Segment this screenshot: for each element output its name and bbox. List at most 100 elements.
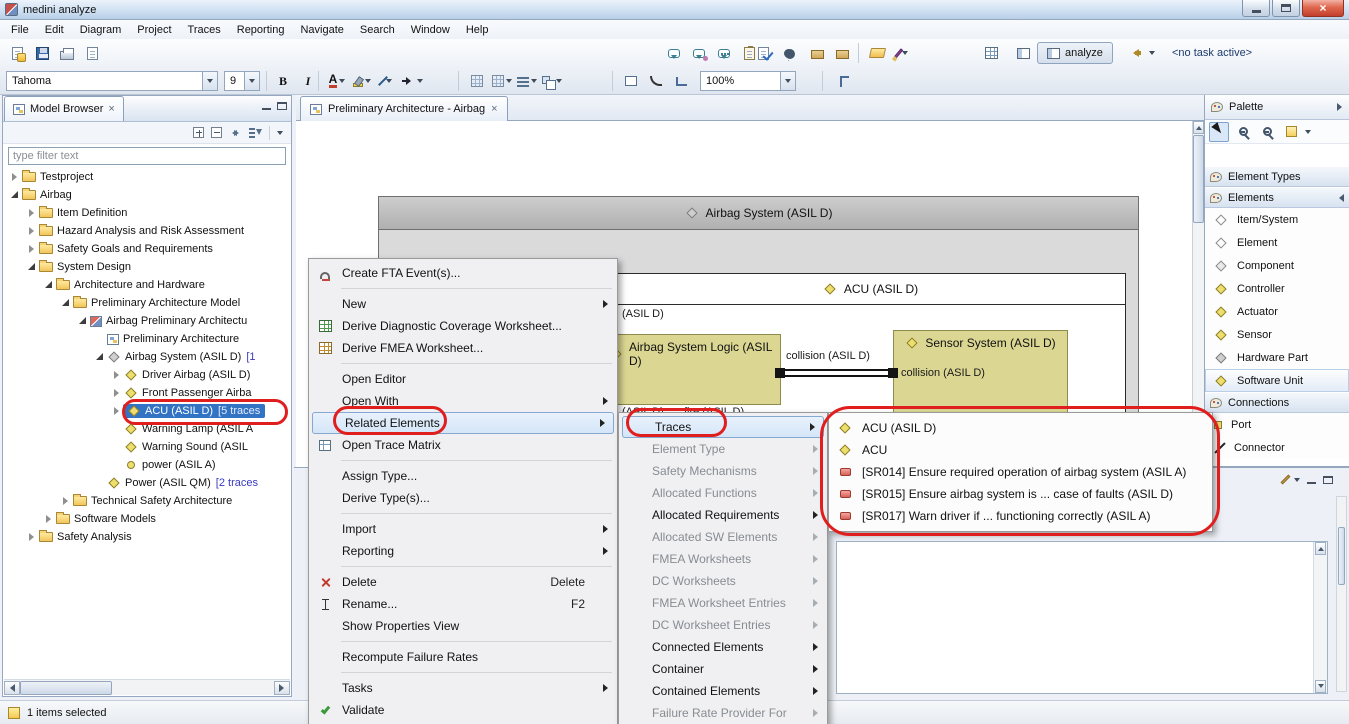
print-button[interactable] [56, 42, 78, 64]
minimize-button[interactable] [1242, 0, 1270, 17]
logic-output-port[interactable] [775, 368, 785, 378]
dropdown-caret-icon[interactable] [902, 51, 908, 55]
open-folder-button[interactable] [866, 42, 888, 64]
format-paint-button[interactable] [891, 42, 913, 64]
sensor-input-port[interactable] [888, 368, 898, 378]
close-button[interactable]: × [1302, 0, 1344, 17]
bold-button[interactable]: B [272, 70, 294, 92]
scroll-up-arrow[interactable] [1315, 542, 1326, 555]
palette-item-port[interactable]: Port [1205, 413, 1349, 436]
save-button[interactable] [31, 42, 53, 64]
tree-item-architecture-hardware[interactable]: Architecture and Hardware [4, 276, 290, 294]
package-export-button[interactable] [831, 42, 853, 64]
tree-item-airbag-system[interactable]: Airbag System (ASIL D)[1 [4, 348, 290, 366]
tree-item-safety-analysis[interactable]: Safety Analysis [4, 528, 290, 546]
menu-item-open-trace-matrix[interactable]: Open Trace Matrix [309, 434, 617, 456]
acu-header[interactable]: ACU (ASIL D) [616, 274, 1125, 305]
collapse-icon[interactable] [42, 279, 54, 291]
sort-icon[interactable] [249, 127, 262, 138]
menu-item-reporting[interactable]: Reporting [309, 540, 617, 562]
expand-icon[interactable] [110, 405, 122, 417]
collapse-all-icon[interactable] [211, 127, 222, 138]
snap-dropdown[interactable] [506, 79, 512, 83]
scroll-left-arrow[interactable] [4, 681, 20, 695]
font-family-combo[interactable]: Tahoma [6, 71, 218, 91]
worksheet-button[interactable] [980, 42, 1002, 64]
palette-item-connector[interactable]: Connector [1205, 436, 1349, 459]
palette-item-element[interactable]: Element [1205, 231, 1349, 254]
package-button[interactable] [806, 42, 828, 64]
tree-item-safety-goals[interactable]: Safety Goals and Requirements [4, 240, 290, 258]
trace-item-acu-asil-d[interactable]: ACU (ASIL D) [829, 417, 1212, 439]
trace-item-sr017[interactable]: [SR017] Warn driver if ... functioning c… [829, 505, 1212, 527]
view-minimize-icon[interactable] [262, 108, 271, 110]
palette-header[interactable]: Palette [1205, 95, 1349, 120]
expand-icon[interactable] [25, 225, 37, 237]
tree-item-item-definition[interactable]: Item Definition [4, 204, 290, 222]
export-button[interactable] [81, 42, 103, 64]
maximize-button[interactable] [1272, 0, 1300, 17]
tree-item-driver-airbag[interactable]: Driver Airbag (ASIL D) [4, 366, 290, 384]
expand-icon[interactable] [25, 243, 37, 255]
menu-item-delete[interactable]: DeleteDelete [309, 571, 617, 593]
submenu-item-contained-elements[interactable]: Contained Elements [619, 680, 827, 702]
zoom-in-tool[interactable] [1233, 122, 1253, 142]
expand-icon[interactable] [8, 171, 20, 183]
tree-item-system-design[interactable]: System Design [4, 258, 290, 276]
font-color-button[interactable]: A [326, 70, 348, 92]
view-minimize-icon[interactable] [1307, 482, 1316, 484]
tree-item-warning-sound[interactable]: Warning Sound (ASIL [4, 438, 290, 456]
menu-item-rename[interactable]: Rename...F2 [309, 593, 617, 615]
tree-item-acu[interactable]: ACU (ASIL D)[5 traces [4, 402, 290, 420]
menu-item-derive-types[interactable]: Derive Type(s)... [309, 487, 617, 509]
expand-icon[interactable] [42, 513, 54, 525]
curve-button[interactable] [645, 70, 667, 92]
view-menu-icon[interactable] [277, 131, 283, 135]
trace-item-sr014[interactable]: [SR014] Ensure required operation of air… [829, 461, 1212, 483]
collision-connector[interactable] [785, 369, 889, 377]
task-dropdown-icon[interactable] [1149, 51, 1155, 55]
tree-item-preliminary-architecture[interactable]: Preliminary Architecture [4, 330, 290, 348]
menu-item-derive-fmea-worksheet[interactable]: Derive FMEA Worksheet... [309, 337, 617, 359]
menu-project[interactable]: Project [129, 22, 179, 38]
tree-item-warning-lamp[interactable]: Warning Lamp (ASIL A [4, 420, 290, 438]
menu-item-derive-dc-worksheet[interactable]: Derive Diagnostic Coverage Worksheet... [309, 315, 617, 337]
tree-item-airbag-preliminary-architecture[interactable]: Airbag Preliminary Architectu [4, 312, 290, 330]
menu-item-assign-type[interactable]: Assign Type... [309, 465, 617, 487]
menu-item-import[interactable]: Import [309, 518, 617, 540]
frame-button[interactable] [620, 70, 642, 92]
grid-button[interactable] [466, 70, 488, 92]
tab-close-icon[interactable]: × [491, 104, 497, 114]
scroll-thumb[interactable] [1338, 527, 1345, 585]
tree-item-front-passenger-airbag[interactable]: Front Passenger Airba [4, 384, 290, 402]
comment-person-button[interactable] [688, 42, 710, 64]
panel-scrollbar[interactable] [1336, 496, 1347, 692]
font-color-dropdown[interactable] [339, 79, 345, 83]
scroll-up-arrow[interactable] [1193, 121, 1204, 134]
comment-button[interactable] [663, 42, 685, 64]
submenu-item-connected-elements[interactable]: Connected Elements [619, 636, 827, 658]
drawer-element-types[interactable]: Element Types [1205, 166, 1349, 187]
tab-model-browser[interactable]: Model Browser × [4, 96, 124, 121]
arrow-style-dropdown[interactable] [417, 79, 423, 83]
align-button[interactable] [516, 70, 538, 92]
collapse-icon[interactable] [76, 315, 88, 327]
title-bar[interactable]: medini analyze × [0, 0, 1349, 20]
tree-item-power[interactable]: Power (ASIL QM)[2 traces [4, 474, 290, 492]
menu-diagram[interactable]: Diagram [72, 22, 130, 38]
tree-item-technical-safety-architecture[interactable]: Technical Safety Architecture [4, 492, 290, 510]
expand-icon[interactable] [110, 387, 122, 399]
menu-item-new[interactable]: New [309, 293, 617, 315]
routing-button[interactable] [833, 70, 855, 92]
drawer-connections[interactable]: Connections [1205, 392, 1349, 413]
menu-file[interactable]: File [3, 22, 37, 38]
palette-item-actuator[interactable]: Actuator [1205, 300, 1349, 323]
view-maximize-icon[interactable] [277, 102, 287, 110]
fill-color-dropdown[interactable] [365, 79, 371, 83]
menu-item-open-with[interactable]: Open With [309, 390, 617, 412]
menu-item-open-editor[interactable]: Open Editor [309, 368, 617, 390]
note-tool[interactable] [1281, 122, 1301, 142]
view-maximize-icon[interactable] [1323, 476, 1333, 484]
menu-traces[interactable]: Traces [180, 22, 229, 38]
menu-reporting[interactable]: Reporting [229, 22, 293, 38]
